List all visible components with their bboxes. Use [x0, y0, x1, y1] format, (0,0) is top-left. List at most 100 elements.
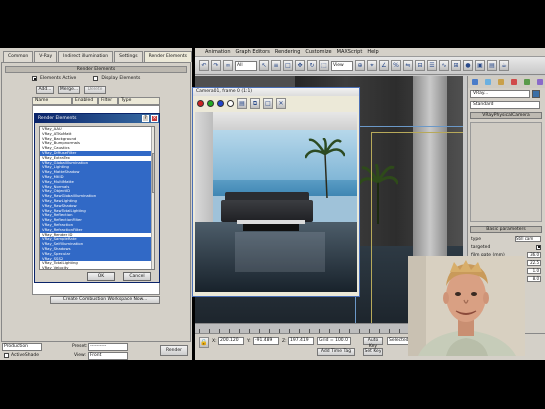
motion-tab-icon[interactable] [510, 79, 517, 85]
rollout-basic-parameters[interactable]: Basic parameters [470, 226, 542, 233]
object-name-field[interactable]: VRay... [470, 90, 530, 98]
select-region-icon[interactable]: □ [283, 60, 293, 71]
param-spinner[interactable]: 36.0 [527, 252, 541, 258]
production-select[interactable]: Production [2, 343, 42, 351]
menu-rendering[interactable]: Rendering [275, 49, 301, 55]
col-filter[interactable]: Filter [98, 97, 118, 105]
render-ceiling [195, 112, 357, 130]
render-frame-icon[interactable]: ▤ [487, 60, 497, 71]
clone-frame-icon[interactable]: □ [263, 97, 273, 109]
lock-selection-icon[interactable]: 🔒 [199, 337, 209, 348]
render-frame-title: Camera01, frame 0 (1:1) [193, 88, 359, 96]
delete-element-button[interactable]: Delete [84, 86, 106, 94]
display-elements-checkbox[interactable] [93, 76, 99, 81]
preset-select[interactable]: ---------- [88, 343, 128, 351]
modifier-stack-area[interactable] [470, 122, 542, 222]
tab-indirect-illumination[interactable]: Indirect illumination [58, 51, 114, 62]
render-button[interactable]: Render [160, 345, 188, 356]
param-spinner[interactable]: 1.0 [527, 268, 541, 274]
utilities-tab-icon[interactable] [536, 79, 543, 85]
scrollbar-thumb[interactable] [152, 153, 154, 193]
col-enabled[interactable]: Enabled [72, 97, 98, 105]
add-element-button[interactable]: Add... [36, 86, 54, 94]
menu-bar: Animation Graph Editors Rendering Custom… [195, 48, 545, 57]
save-image-icon[interactable]: ▤ [237, 97, 247, 109]
targeted-checkbox[interactable] [536, 244, 541, 250]
quick-render-icon[interactable]: ☕ [499, 60, 509, 71]
material-editor-icon[interactable]: ● [463, 60, 473, 71]
list-scrollbar[interactable] [151, 127, 154, 269]
tab-common[interactable]: Common [3, 51, 34, 62]
create-combustion-workspace-button[interactable]: Create Combustion Workspace Now... [50, 296, 160, 304]
param-type-select[interactable]: Still cam [515, 236, 541, 242]
green-channel-icon[interactable] [207, 99, 214, 107]
schematic-icon[interactable]: ⊞ [451, 60, 461, 71]
x-coord-field[interactable]: 200.120 [218, 337, 244, 345]
object-color-swatch[interactable] [532, 90, 540, 98]
display-tab-icon[interactable] [523, 79, 530, 85]
close-icon[interactable]: × [151, 115, 158, 122]
snap-icon[interactable]: ⌖ [367, 60, 377, 71]
menu-graph-editors[interactable]: Graph Editors [236, 49, 270, 55]
rotate-icon[interactable]: ↻ [307, 60, 317, 71]
rollout-render-elements[interactable]: Render Elements [5, 66, 187, 73]
param-spinner[interactable]: 22.5 [527, 260, 541, 266]
move-icon[interactable]: ✥ [295, 60, 305, 71]
col-name[interactable]: Name [32, 97, 72, 105]
modify-tab-icon[interactable] [484, 79, 491, 85]
create-tab-icon[interactable] [471, 79, 478, 85]
view-label: View: [74, 353, 86, 358]
layer-icon[interactable]: ☰ [427, 60, 437, 71]
presenter-image [408, 256, 525, 356]
alpha-channel-icon[interactable] [227, 99, 234, 107]
scale-icon[interactable]: ⬚ [319, 60, 329, 71]
cancel-button[interactable]: Cancel [123, 272, 151, 281]
add-time-tag-button[interactable]: Add Time Tag [317, 348, 355, 356]
percent-snap-icon[interactable]: % [391, 60, 401, 71]
hierarchy-tab-icon[interactable] [497, 79, 504, 85]
help-icon[interactable]: ? [142, 115, 149, 122]
angle-snap-icon[interactable]: ∠ [379, 60, 389, 71]
render-left-wall [195, 112, 213, 232]
pivot-icon[interactable]: ⊕ [355, 60, 365, 71]
param-spinner[interactable]: 8.0 [527, 276, 541, 282]
render-setup-icon[interactable]: ▣ [475, 60, 485, 71]
curve-editor-icon[interactable]: ∿ [439, 60, 449, 71]
activeshade-radio[interactable] [4, 353, 9, 358]
redo-icon[interactable]: ↷ [211, 60, 221, 71]
select-by-name-icon[interactable]: ≡ [271, 60, 281, 71]
ref-coord-select[interactable]: View [331, 60, 353, 71]
merge-element-button[interactable]: Merge... [58, 86, 80, 94]
object-type-dropdown[interactable]: Standard [470, 101, 540, 109]
mirror-icon[interactable]: ⇋ [403, 60, 413, 71]
tab-vray[interactable]: V-Ray [34, 51, 58, 62]
clear-icon[interactable]: ✕ [276, 97, 286, 109]
list-item[interactable]: VRay_Velocity [40, 265, 154, 269]
tab-settings[interactable]: Settings [114, 51, 143, 62]
ok-button[interactable]: OK [87, 272, 115, 281]
menu-help[interactable]: Help [367, 49, 378, 55]
select-object-icon[interactable]: ↖ [259, 60, 269, 71]
menu-customize[interactable]: Customize [305, 49, 331, 55]
copy-image-icon[interactable]: ⧉ [250, 97, 260, 109]
elements-list[interactable]: VRay_AAU VRay_ATKoMatt VRay_Background VRay… [39, 126, 155, 270]
red-channel-icon[interactable] [197, 99, 204, 107]
menu-maxscript[interactable]: MAXScript [337, 49, 363, 55]
link-icon[interactable]: ∞ [223, 60, 233, 71]
rollout-vrayphysicalcamera[interactable]: VRayPhysicalCamera [470, 112, 542, 119]
auto-key-button[interactable]: Auto Key [363, 337, 383, 349]
render-frame-toolbar: ▤ ⧉ □ ✕ [193, 96, 359, 110]
elements-active-checkbox[interactable] [32, 76, 37, 81]
tab-render-elements[interactable]: Render Elements [143, 51, 192, 62]
align-icon[interactable]: ⊟ [415, 60, 425, 71]
view-select[interactable]: Front [88, 352, 128, 360]
selection-filter-select[interactable]: All [235, 60, 257, 71]
y-coord-field[interactable]: -91.489 [253, 337, 279, 345]
blue-channel-icon[interactable] [217, 99, 224, 107]
z-coord-field[interactable]: 197.419 [288, 337, 314, 345]
undo-icon[interactable]: ↶ [199, 60, 209, 71]
menu-animation[interactable]: Animation [205, 49, 231, 55]
col-type[interactable]: Type [118, 97, 160, 105]
set-key-button[interactable]: Set Key [363, 348, 383, 356]
rendered-image[interactable] [195, 112, 357, 292]
